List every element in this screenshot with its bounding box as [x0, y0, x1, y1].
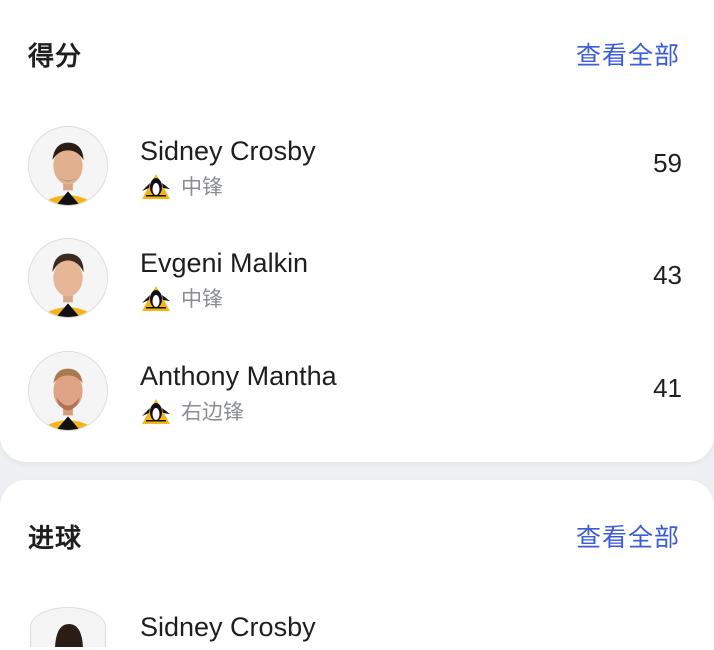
see-all-button-points[interactable]: 查看全部	[576, 36, 680, 72]
player-stat-value: 43	[653, 260, 682, 290]
player-avatar	[28, 351, 108, 431]
see-all-button-goals[interactable]: 查看全部	[576, 518, 680, 554]
player-position: 右边锋	[181, 400, 244, 424]
section-title-goals: 进球	[28, 524, 83, 554]
player-name: Evgeni Malkin	[140, 248, 309, 278]
player-name: Anthony Mantha	[140, 361, 337, 391]
player-row[interactable]: Anthony Mantha 右边锋 41	[0, 351, 714, 451]
player-row[interactable]: Sidney Crosby 中锋 59	[0, 126, 714, 226]
player-row[interactable]: Evgeni Malkin 中锋 43	[0, 238, 714, 338]
player-position: 中锋	[181, 287, 223, 311]
player-name: Sidney Crosby	[140, 136, 316, 166]
goals-leaders-card	[0, 480, 714, 650]
player-avatar	[30, 607, 106, 647]
player-avatar	[28, 126, 108, 206]
player-name: Sidney Crosby	[140, 612, 316, 642]
section-title-points: 得分	[28, 42, 83, 72]
player-avatar	[28, 238, 108, 318]
player-position: 中锋	[181, 175, 223, 199]
penguins-logo-icon	[140, 396, 172, 426]
player-stat-value: 41	[653, 373, 682, 403]
player-stat-value: 59	[653, 148, 682, 178]
penguins-logo-icon	[140, 283, 172, 313]
penguins-logo-icon	[140, 171, 172, 201]
